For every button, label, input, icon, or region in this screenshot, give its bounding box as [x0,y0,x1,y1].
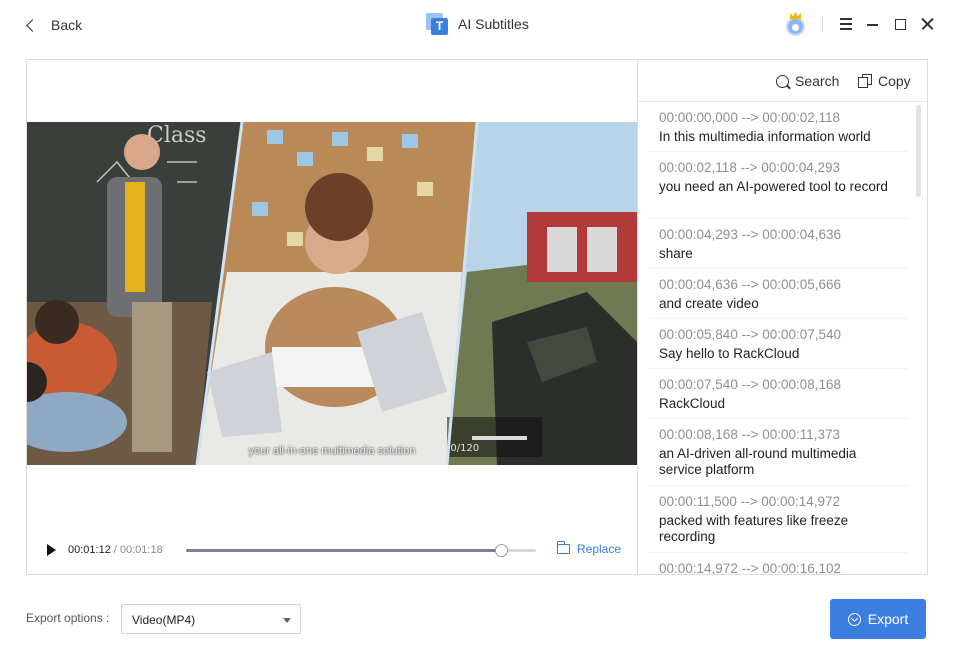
main-panel: Class 30/120 your all-in-one multimedia … [26,59,928,575]
export-options-label: Export options : [26,611,110,625]
minimize-icon[interactable] [862,14,882,34]
subtitle-timestamp: 00:00:02,118 --> 00:00:04,293 [659,160,841,175]
account-medal-icon[interactable] [784,12,806,36]
copy-button[interactable]: Copy [858,73,911,89]
subtitle-timestamp: 00:00:04,293 --> 00:00:04,636 [659,227,842,242]
video-frame-image: Class 30/120 [27,122,637,465]
subtitle-entry[interactable]: 00:00:14,972 --> 00:00:16,102 [649,553,909,574]
subtitle-entry[interactable]: 00:00:04,636 --> 00:00:05,666 and create… [649,269,909,319]
subtitle-timestamp: 00:00:07,540 --> 00:00:08,168 [659,377,842,392]
folder-icon [557,541,570,554]
subtitle-entry[interactable]: 00:00:07,540 --> 00:00:08,168 RackCloud [649,369,909,419]
video-player: Class 30/120 your all-in-one multimedia … [27,60,638,574]
total-time: 00:01:18 [119,544,163,556]
playback-controls: 00:01:12 / 00:01:18 Replace [43,540,623,560]
app-title: T AI Subtitles [426,13,529,35]
video-caption: your all-in-one multimedia solution [248,445,416,457]
search-label: Search [795,73,840,89]
export-icon [847,612,861,626]
subtitle-text[interactable]: you need an AI-powered tool to record [659,179,899,195]
back-label: Back [51,17,83,33]
export-button[interactable]: Export [830,599,926,639]
subtitle-entry[interactable]: 00:00:11,500 --> 00:00:14,972 packed wit… [649,486,909,553]
subtitle-timestamp: 00:00:05,840 --> 00:00:07,540 [659,327,842,342]
close-icon[interactable] [918,14,938,34]
subtitle-entry[interactable]: 00:00:08,168 --> 00:00:11,373 an AI-driv… [649,419,909,486]
subtitle-text[interactable]: packed with features like freeze recordi… [659,513,899,545]
time-separator: / [113,544,117,556]
copy-icon [858,74,872,88]
chevron-left-icon [26,18,39,32]
app-title-text: AI Subtitles [458,16,529,32]
ai-subtitles-logo-icon: T [426,13,448,35]
subtitle-timestamp: 00:00:04,636 --> 00:00:05,666 [659,277,842,292]
subtitle-scrollbar[interactable] [916,105,921,197]
subtitle-text[interactable]: and create video [659,296,899,312]
subtitle-entry[interactable]: 00:00:04,293 --> 00:00:04,636 share [649,219,909,269]
export-label: Export [867,611,909,627]
play-icon[interactable] [47,544,56,556]
subtitle-entry[interactable]: 00:00:02,118 --> 00:00:04,293 you need a… [649,152,909,219]
seek-bar-progress [186,549,501,552]
title-bar: Back T AI Subtitles [0,0,955,50]
back-button[interactable]: Back [24,14,82,36]
subtitle-toolbar: Search Copy [638,60,927,102]
video-preview[interactable]: Class 30/120 your all-in-one multimedia … [27,122,637,465]
seek-handle[interactable] [495,544,508,557]
subtitle-timestamp: 00:00:11,500 --> 00:00:14,972 [659,494,841,509]
subtitle-entry[interactable]: 00:00:05,840 --> 00:00:07,540 Say hello … [649,319,909,369]
subtitle-entry[interactable]: 00:00:00,000 --> 00:00:02,118 In this mu… [649,102,909,152]
menu-icon[interactable] [836,14,856,34]
seek-bar[interactable] [186,544,536,557]
search-icon [776,74,789,88]
titlebar-divider [822,16,823,32]
copy-label: Copy [878,73,911,89]
maximize-icon[interactable] [890,14,910,34]
replace-label: Replace [577,542,622,556]
search-button[interactable]: Search [776,73,839,89]
current-time: 00:01:12 [68,544,111,556]
export-format-select[interactable]: Video(MP4) [121,604,301,634]
export-format-value: Video(MP4) [132,613,196,627]
subtitle-timestamp: 00:00:08,168 --> 00:00:11,373 [659,427,841,442]
subtitle-text[interactable]: an AI-driven all-round multimedia servic… [659,446,899,478]
subtitle-panel: Search Copy 00:00:00,000 --> 00:00:02,11… [638,60,927,574]
subtitle-timestamp: 00:00:00,000 --> 00:00:02,118 [659,110,841,125]
subtitle-timestamp: 00:00:14,972 --> 00:00:16,102 [659,561,842,574]
subtitle-text[interactable]: share [659,246,899,262]
caret-down-icon [283,618,291,623]
subtitle-list[interactable]: 00:00:00,000 --> 00:00:02,118 In this mu… [649,102,909,574]
replace-button[interactable]: Replace [557,541,622,556]
subtitle-text[interactable]: RackCloud [659,396,899,412]
subtitle-text[interactable]: Say hello to RackCloud [659,346,899,362]
subtitle-text[interactable]: In this multimedia information world [659,129,899,145]
